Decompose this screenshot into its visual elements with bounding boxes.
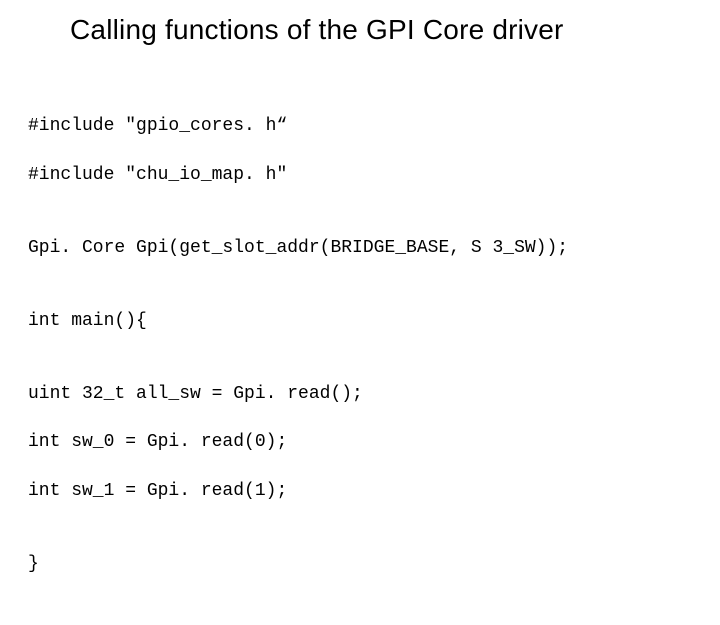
code-block: #include "gpio_cores. h“ #include "chu_i… [28, 90, 692, 625]
code-line: Gpi. Core Gpi(get_slot_addr(BRIDGE_BASE,… [28, 236, 692, 260]
slide: Calling functions of the GPI Core driver… [0, 0, 720, 540]
code-line: #include "gpio_cores. h“ [28, 114, 692, 138]
code-line: } [28, 552, 692, 576]
code-line: int sw_1 = Gpi. read(1); [28, 479, 692, 503]
code-line: uint 32_t all_sw = Gpi. read(); [28, 382, 692, 406]
code-line: int main(){ [28, 309, 692, 333]
code-line: #include "chu_io_map. h" [28, 163, 692, 187]
slide-title: Calling functions of the GPI Core driver [70, 14, 680, 46]
code-line: int sw_0 = Gpi. read(0); [28, 430, 692, 454]
